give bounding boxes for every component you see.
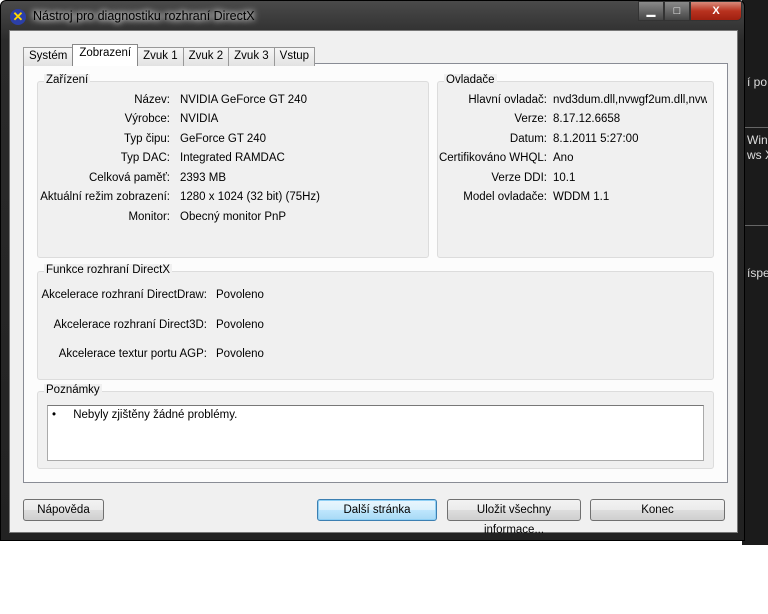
feature-label: Akcelerace textur portu AGP:: [58, 348, 207, 360]
driver-value: nvd3dum.dll,nvwgf2um.dll,nvwgf2um.dll: [553, 94, 707, 106]
minimize-button[interactable]: ▁: [638, 1, 664, 21]
device-label: Celková paměť:: [88, 172, 170, 184]
background-text: íspe: [747, 266, 768, 280]
device-value: NVIDIA: [180, 113, 219, 125]
device-group-title: Zařízení: [44, 74, 91, 86]
feature-label: Akcelerace rozhraní DirectDraw:: [41, 289, 207, 301]
tab-sound-1[interactable]: Zvuk 1: [137, 47, 184, 66]
driver-value: 8.1.2011 5:27:00: [553, 133, 639, 145]
device-label: Aktuální režim zobrazení:: [40, 191, 170, 203]
background-divider: [742, 225, 768, 226]
driver-value: Ano: [553, 152, 574, 164]
window-title: Nástroj pro diagnostiku rozhraní DirectX: [33, 9, 255, 23]
maximize-button[interactable]: □: [664, 1, 690, 21]
feature-value: Povoleno: [216, 319, 264, 331]
driver-label: Verze DDI:: [491, 172, 547, 184]
notes-textbox[interactable]: • Nebyly zjištěny žádné problémy.: [47, 405, 704, 461]
device-value: 2393 MB: [180, 172, 227, 184]
device-label: Název:: [134, 94, 170, 106]
features-group-title: Funkce rozhraní DirectX: [44, 264, 172, 276]
driver-label: Hlavní ovladač:: [468, 94, 547, 106]
feature-label: Akcelerace rozhraní Direct3D:: [53, 319, 207, 331]
device-label: Typ DAC:: [120, 152, 170, 164]
device-group: Zařízení: [37, 74, 429, 258]
device-label: Výrobce:: [124, 113, 170, 125]
exit-button[interactable]: Konec: [590, 499, 725, 521]
save-all-info-button[interactable]: Uložit všechny informace...: [447, 499, 581, 536]
tab-sound-3[interactable]: Zvuk 3: [228, 47, 275, 66]
bullet-icon: •: [52, 409, 57, 421]
background-divider: [742, 127, 768, 128]
tab-system[interactable]: Systém: [23, 47, 74, 66]
driver-value: 10.1: [553, 172, 576, 184]
tab-sound-2[interactable]: Zvuk 2: [182, 47, 230, 66]
drivers-group: Ovladače: [437, 74, 714, 258]
driver-label: Verze:: [514, 113, 547, 125]
drivers-group-title: Ovladače: [444, 74, 497, 86]
close-button[interactable]: X: [690, 1, 742, 21]
note-item: Nebyly zjištěny žádné problémy.: [73, 409, 238, 421]
feature-value: Povoleno: [216, 289, 264, 301]
tab-display[interactable]: Zobrazení: [72, 44, 139, 66]
device-value: Obecný monitor PnP: [180, 211, 287, 223]
device-value: 1280 x 1024 (32 bit) (75Hz): [180, 191, 320, 203]
feature-value: Povoleno: [216, 348, 264, 360]
tab-bar: Systém Zobrazení Zvuk 1 Zvuk 2 Zvuk 3 Vs…: [23, 44, 316, 66]
driver-label: Certifikováno WHQL:: [438, 152, 547, 164]
background-text: ws X: [747, 148, 768, 162]
device-value: GeForce GT 240: [180, 133, 267, 145]
device-label: Monitor:: [128, 211, 170, 223]
driver-label: Datum:: [509, 133, 547, 145]
driver-value: WDDM 1.1: [553, 191, 610, 203]
device-label: Typ čipu:: [123, 133, 170, 145]
tab-input[interactable]: Vstup: [273, 47, 316, 66]
background-text: Win: [747, 133, 768, 147]
device-value: Integrated RAMDAC: [180, 152, 285, 164]
directx-icon: ✕: [10, 9, 26, 25]
device-value: NVIDIA GeForce GT 240: [180, 94, 307, 106]
background-text: í po: [747, 75, 768, 89]
notes-group-title: Poznámky: [44, 384, 102, 396]
driver-value: 8.17.12.6658: [553, 113, 621, 125]
help-button[interactable]: Nápověda: [23, 499, 104, 521]
next-page-button[interactable]: Další stránka: [317, 499, 437, 521]
driver-label: Model ovladače:: [463, 191, 547, 203]
